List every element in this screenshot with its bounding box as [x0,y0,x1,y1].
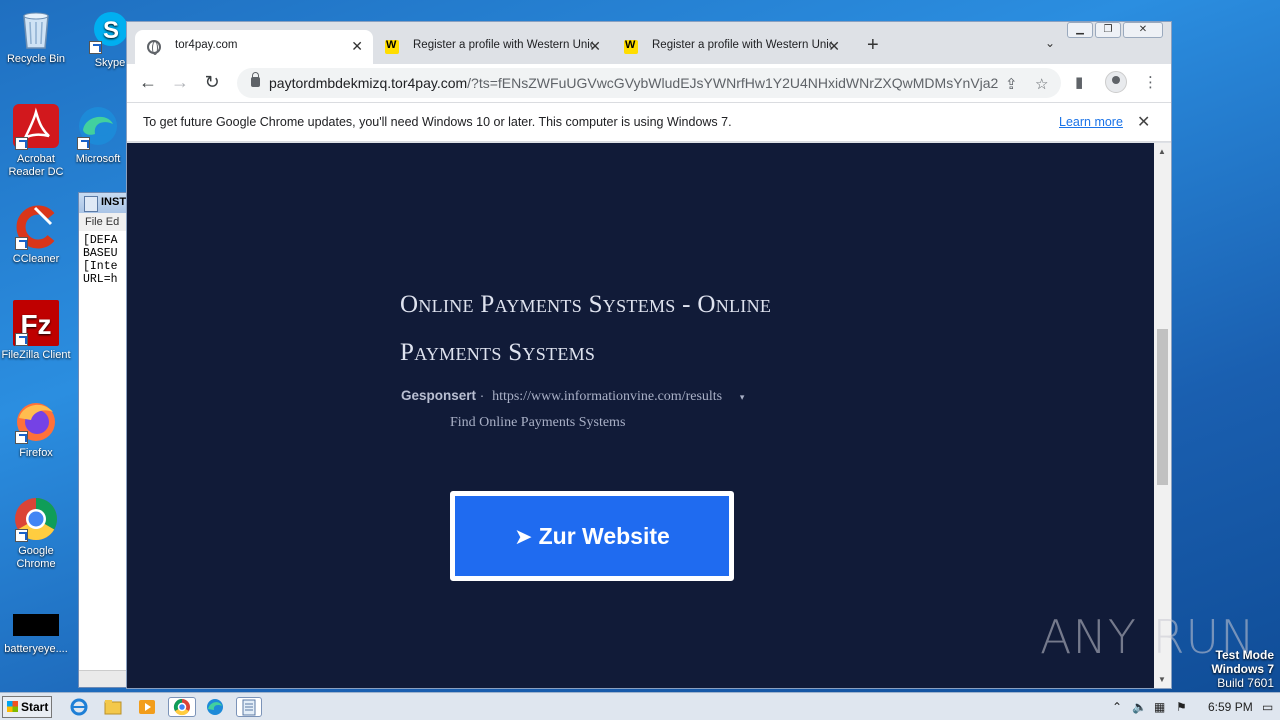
menu-dots-icon[interactable]: ⋮ [1143,73,1158,91]
globe-icon [147,40,161,55]
new-tab-button[interactable]: + [867,34,879,57]
close-icon[interactable]: ✕ [1137,112,1150,132]
shortcut-arrow-icon [15,431,28,444]
sponsored-label: Gesponsert [401,388,477,403]
tab-tor4pay[interactable]: tor4pay.com ✕ [135,30,373,64]
svg-text:S: S [103,17,119,44]
caret-down-icon[interactable]: ▾ [740,392,745,402]
speaker-icon[interactable]: 🔈 [1132,700,1147,714]
taskbar-explorer-icon[interactable] [102,697,124,717]
desktop-icon-label: Microsoft [75,153,121,165]
desktop-icon-label: Google Chrome [16,545,56,570]
firefox-icon [13,398,59,444]
cta-label: Zur Website [538,523,670,549]
taskbar-internet-explorer-icon[interactable] [68,697,90,717]
restore-button[interactable]: ❐ [1095,22,1121,38]
scroll-down-arrow-icon[interactable]: ▼ [1158,675,1166,684]
desktop-icon-label: CCleaner [12,253,60,265]
close-icon[interactable]: ✕ [589,38,601,55]
application-icon [13,612,59,640]
page-vertical-scrollbar[interactable]: ▲ ▼ [1154,143,1171,688]
desktop-icon-label: batteryeye.... [4,643,68,655]
side-panel-icon[interactable]: ▮ [1075,73,1083,91]
tab-title: tor4pay.com [175,39,238,51]
chrome-window: tor4pay.com ✕ Register a profile with We… [126,21,1172,689]
shortcut-arrow-icon [77,137,90,150]
browser-toolbar: ← → ↻ paytordmbdekmizq.tor4pay.com/?ts=f… [127,64,1171,102]
bookmark-star-icon[interactable]: ☆ [1035,75,1048,93]
desktop-icon-label: FileZilla Client [1,349,71,361]
arrow-right-icon: ➤ [514,524,533,549]
address-url[interactable]: paytordmbdekmizq.tor4pay.com/?ts=fENsZWF… [269,75,999,91]
western-union-icon [385,39,399,54]
taskbar-notepad-icon[interactable] [236,697,262,717]
taskbar-media-player-icon[interactable] [136,697,158,717]
desktop-icon-label: Recycle Bin [6,53,66,65]
start-button[interactable]: Start [2,696,52,718]
tray-expand-icon[interactable]: ⌃ [1112,700,1122,714]
zur-website-button[interactable]: ➤ Zur Website [450,491,734,581]
forward-button[interactable]: → [169,72,191,94]
filezilla-icon: Fz [13,300,59,346]
scrollbar-thumb[interactable] [1157,329,1168,485]
network-icon[interactable]: ▦ [1154,700,1165,714]
scroll-up-arrow-icon[interactable]: ▲ [1158,147,1166,156]
clock[interactable]: 6:59 PM [1208,700,1253,714]
close-icon[interactable]: ✕ [828,38,840,55]
ad-url-link[interactable]: https://www.informationvine.com/results [492,389,722,404]
microsoft-edge-icon [75,104,121,150]
close-window-button[interactable]: ✕ [1123,22,1163,38]
desktop-icon-google-chrome[interactable]: Google Chrome [0,496,74,571]
taskbar-chrome-icon[interactable] [168,697,196,717]
recycle-bin-icon [19,8,53,50]
acrobat-reader-icon [13,104,59,150]
learn-more-link[interactable]: Learn more [1059,115,1123,129]
tab-western-union-1[interactable]: Register a profile with Western Union ✕ [373,30,611,64]
ad-meta: Gesponsert · https://www.informationvine… [401,388,744,405]
ccleaner-icon [13,204,59,250]
tab-western-union-2[interactable]: Register a profile with Western Union ✕ [612,30,850,64]
profile-avatar[interactable] [1105,71,1127,93]
google-chrome-icon [13,496,59,542]
desktop-icon-filezilla[interactable]: Fz FileZilla Client [0,300,74,362]
tab-title: Register a profile with Western Union [413,39,593,51]
shortcut-arrow-icon [15,237,28,250]
lock-icon[interactable] [251,72,260,87]
infobar-message: To get future Google Chrome updates, you… [143,115,732,129]
update-infobar: To get future Google Chrome updates, you… [127,102,1171,142]
reload-button[interactable]: ↻ [201,72,223,94]
page-content: Online Payments Systems - Online Payment… [127,143,1155,688]
tab-title: Register a profile with Western Union [652,39,832,51]
shortcut-arrow-icon [15,529,28,542]
tab-search-chevron-down-icon[interactable]: ⌄ [1045,36,1055,50]
close-icon[interactable]: ✕ [351,38,363,55]
test-mode-notice: Test Mode Windows 7 Build 7601 [1211,648,1274,690]
ad-description: Find Online Payments Systems [450,415,626,430]
desktop-icon-ccleaner[interactable]: CCleaner [0,204,74,266]
share-icon[interactable]: ⇪ [1005,75,1018,93]
desktop-icon-recycle-bin[interactable]: Recycle Bin [0,8,74,66]
taskbar-edge-icon[interactable] [204,697,226,717]
shortcut-arrow-icon [15,137,28,150]
back-button[interactable]: ← [137,72,159,94]
address-bar[interactable]: paytordmbdekmizq.tor4pay.com/?ts=fENsZWF… [237,68,1061,98]
desktop-icon-firefox[interactable]: Firefox [0,398,74,460]
flag-icon[interactable]: ⚑ [1176,700,1187,714]
show-desktop-button[interactable]: ▭ [1262,700,1273,714]
desktop-icon-batteryeye[interactable]: batteryeye.... [0,612,74,656]
shortcut-arrow-icon [89,41,102,54]
taskbar: Start ⌃ 🔈 ▦ ⚑ 6:59 PM ▭ [0,692,1280,720]
desktop-icon-label: Firefox [19,447,53,459]
minimize-button[interactable]: ▁ [1067,22,1093,38]
shortcut-arrow-icon [15,333,28,346]
window-controls: ▁ ❐ ✕ [1067,22,1163,40]
separator: · [479,388,485,403]
desktop-icon-microsoft-edge[interactable]: Microsoft [60,104,136,166]
ad-title[interactable]: Online Payments Systems - Online Payment… [400,281,820,377]
western-union-icon [624,39,638,54]
tab-strip: tor4pay.com ✕ Register a profile with We… [127,22,1171,64]
